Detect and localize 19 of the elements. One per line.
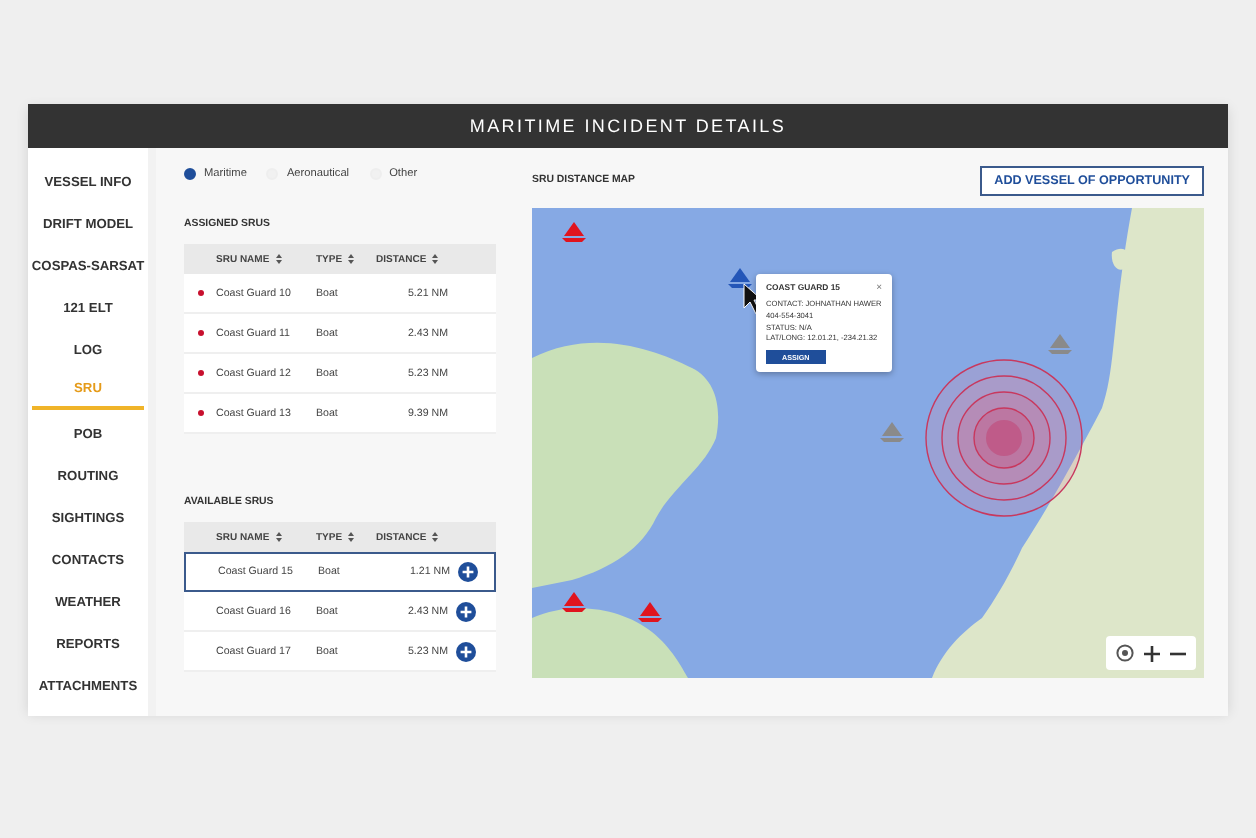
sort-icon[interactable] (348, 532, 355, 542)
status-dot (197, 290, 203, 296)
add-button[interactable] (456, 601, 476, 621)
radio-icon[interactable] (184, 168, 196, 180)
status-dot (197, 370, 203, 376)
sort-icon[interactable] (275, 254, 282, 264)
sailboat-icon[interactable] (562, 592, 586, 612)
sort-icon[interactable] (432, 254, 439, 264)
zoom-in-icon[interactable] (1144, 645, 1160, 661)
add-button[interactable] (456, 641, 476, 661)
add-button[interactable] (458, 562, 478, 582)
sort-icon[interactable] (275, 532, 282, 542)
sailboat-icon[interactable] (728, 268, 752, 288)
locate-icon[interactable] (1116, 644, 1134, 662)
sort-icon[interactable] (432, 532, 439, 542)
window-title: MARITIME INCIDENT DETAILS (469, 116, 787, 136)
status-dot (197, 330, 203, 336)
sort-icon[interactable] (348, 254, 355, 264)
status-dot (197, 410, 203, 416)
